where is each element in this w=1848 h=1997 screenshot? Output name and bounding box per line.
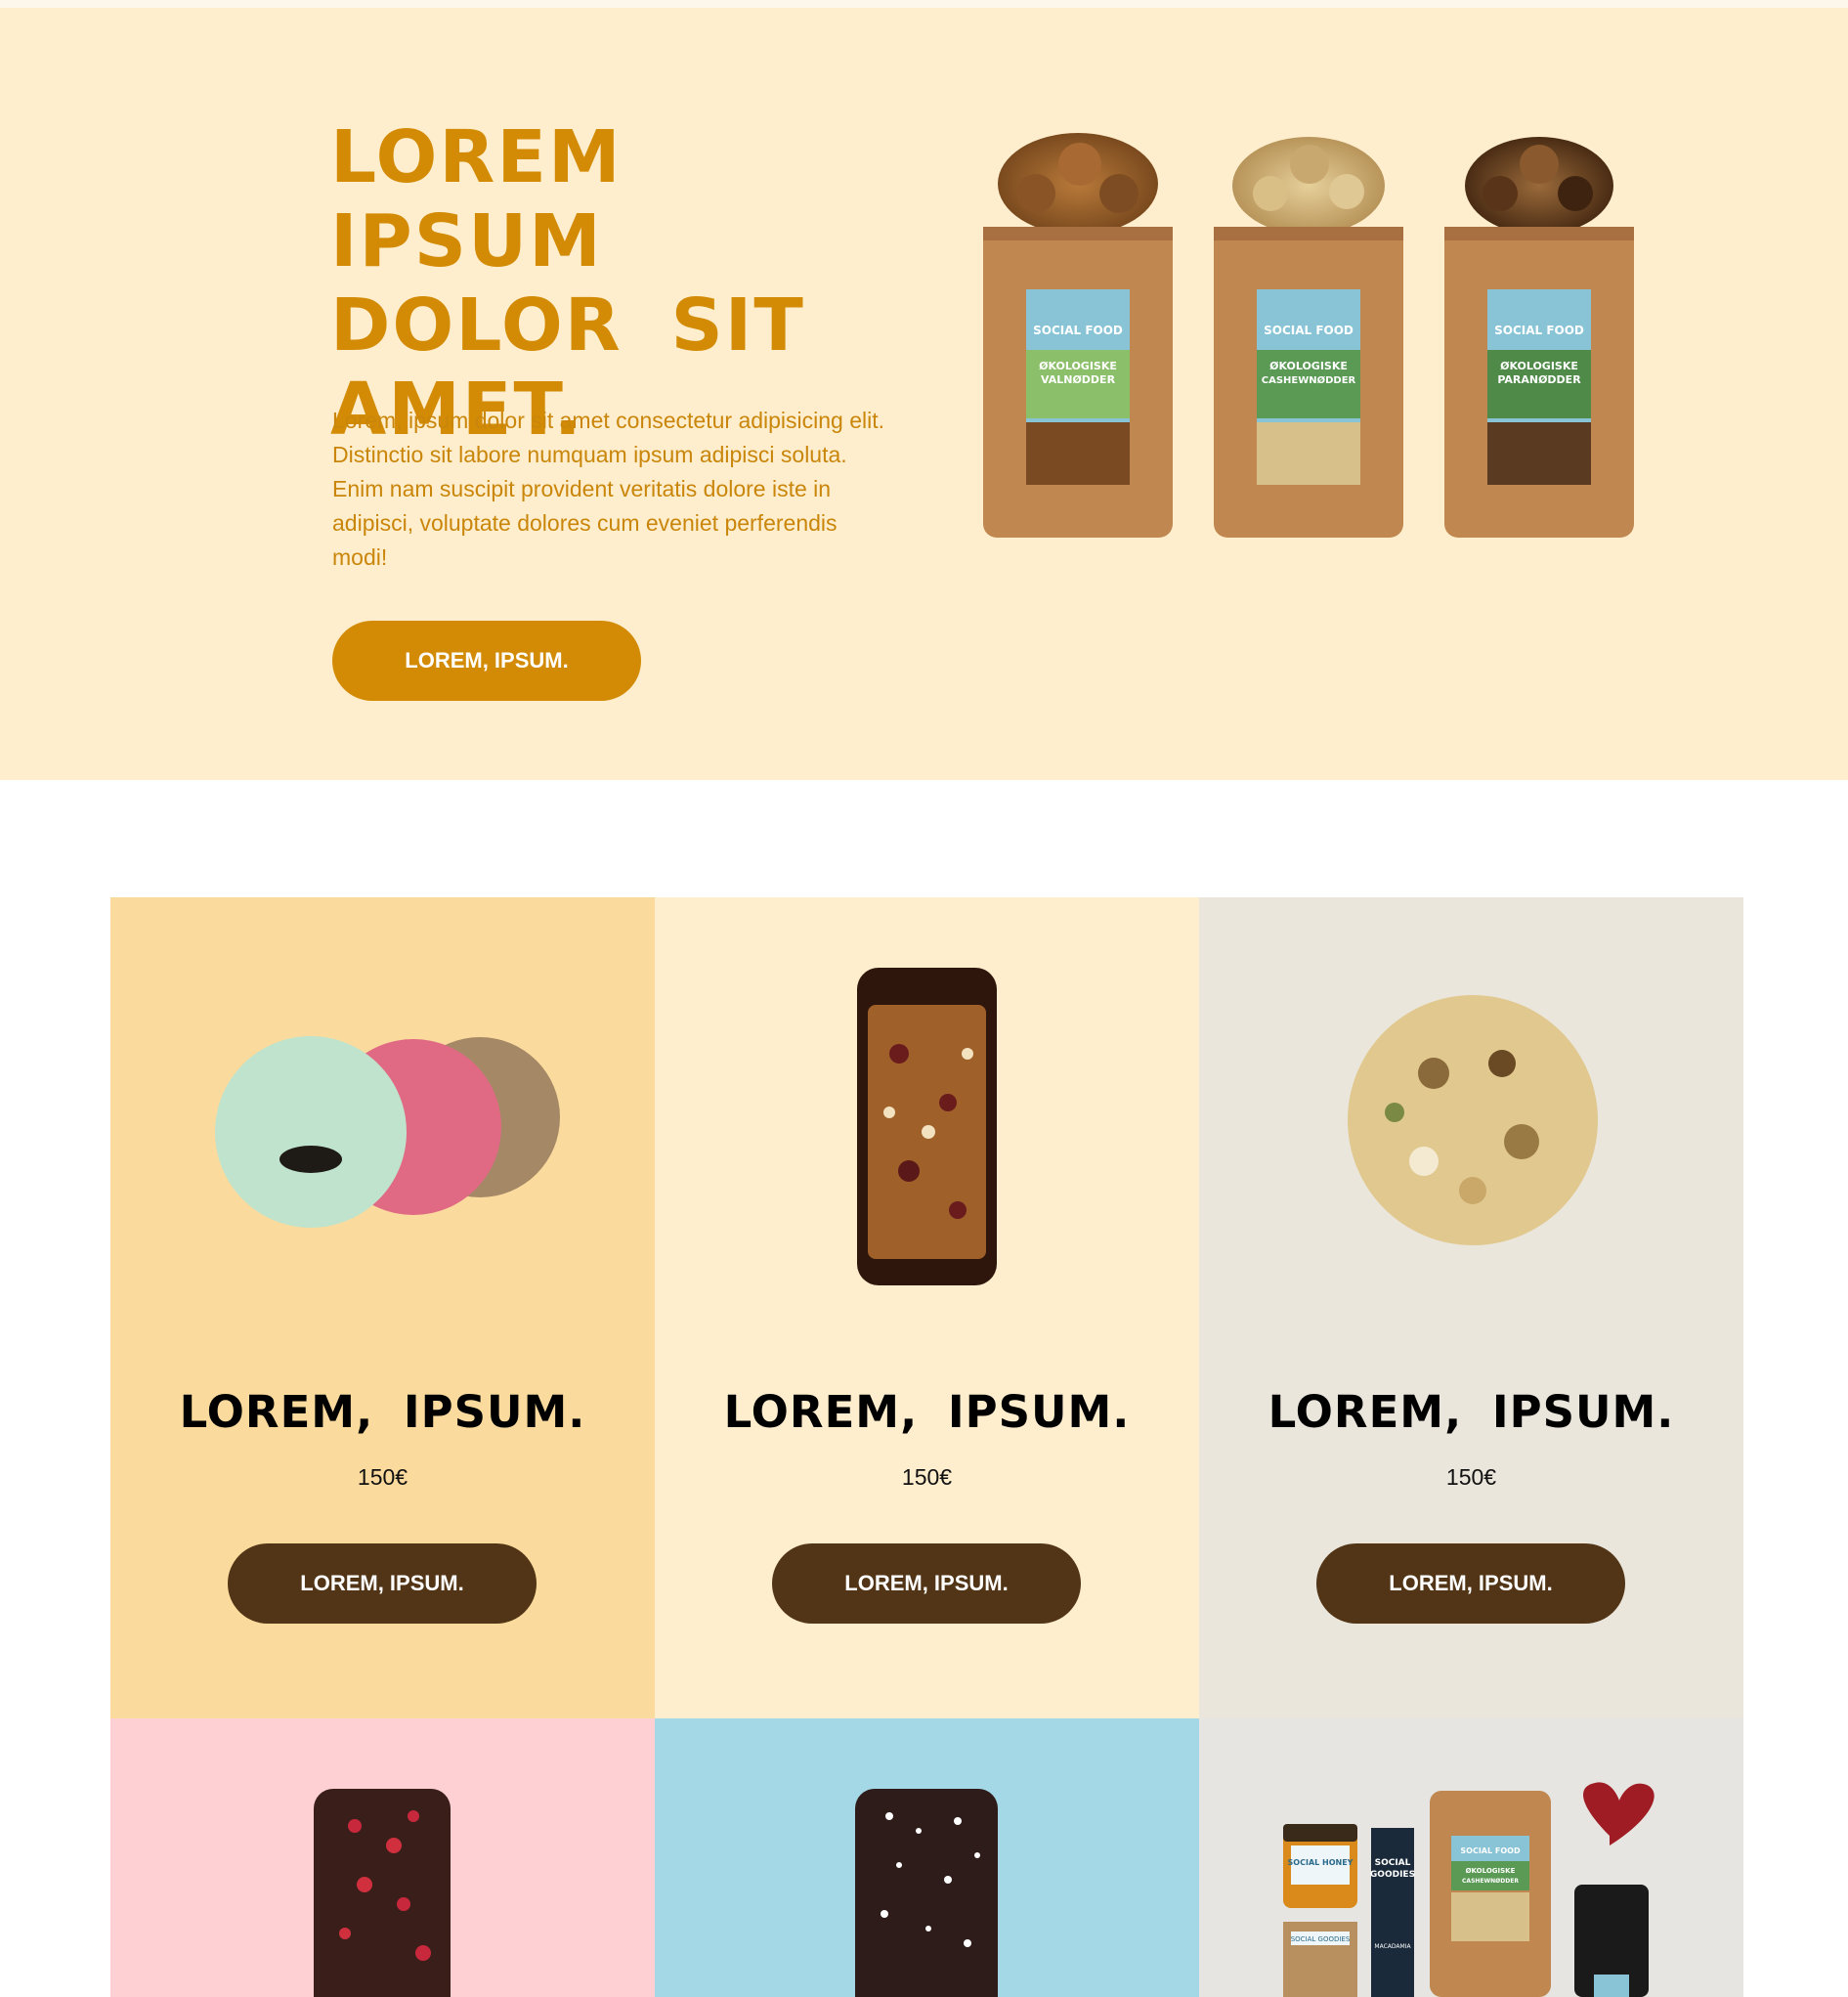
svg-text:SOCIAL GOODIES: SOCIAL GOODIES (1291, 1935, 1351, 1943)
product-card[interactable] (655, 1718, 1199, 1997)
coconut-chocolate-bar-image (855, 1789, 998, 1997)
svg-text:ØKOLOGISKE: ØKOLOGISKE (1269, 360, 1348, 372)
nut-bags-image: SOCIAL FOOD ØKOLOGISKE VALNØDDER SOCIAL … (983, 133, 1634, 538)
gift-box-image: SOCIAL HONEY SOCIAL GOODIES MACADAMIA SO… (1283, 1782, 1655, 1997)
add-to-cart-button[interactable]: LOREM, IPSUM. (228, 1543, 537, 1624)
top-strip (0, 0, 1848, 8)
svg-text:MACADAMIA: MACADAMIA (1374, 1943, 1411, 1950)
svg-text:SOCIAL: SOCIAL (1375, 1858, 1411, 1868)
product-card[interactable]: LOREM, IPSUM. 150€ LOREM, IPSUM. (110, 897, 655, 1718)
product-card[interactable] (110, 1718, 655, 1997)
granola-mix-image (1348, 995, 1598, 1245)
svg-text:SOCIAL FOOD: SOCIAL FOOD (1460, 1846, 1521, 1855)
svg-text:SOCIAL FOOD: SOCIAL FOOD (1494, 324, 1584, 337)
raspberry-chocolate-bar-image (314, 1789, 451, 1997)
svg-text:VALNØDDER: VALNØDDER (1041, 373, 1116, 386)
bag-brazil-nuts: SOCIAL FOOD ØKOLOGISKE PARANØDDER (1444, 137, 1634, 538)
add-to-cart-button[interactable]: LOREM, IPSUM. (772, 1543, 1081, 1624)
product-card[interactable]: SOCIAL HONEY SOCIAL GOODIES MACADAMIA SO… (1199, 1718, 1743, 1997)
product-card[interactable]: LOREM, IPSUM. 150€ LOREM, IPSUM. (1199, 897, 1743, 1718)
svg-text:CASHEWNØDDER: CASHEWNØDDER (1262, 374, 1356, 386)
product-name: LOREM, IPSUM. (1268, 1386, 1675, 1438)
svg-text:CASHEWNØDDER: CASHEWNØDDER (1462, 1878, 1519, 1885)
product-card[interactable]: LOREM, IPSUM. 150€ LOREM, IPSUM. (655, 897, 1199, 1718)
hero-section: LOREM IPSUM DOLOR SIT AMET. Lorem, ipsum… (0, 8, 1848, 780)
hero-description: Lorem, ipsum dolor sit amet consectetur … (332, 408, 885, 570)
bag-walnuts: SOCIAL FOOD ØKOLOGISKE VALNØDDER (983, 133, 1173, 538)
svg-text:ØKOLOGISKE: ØKOLOGISKE (1466, 1867, 1516, 1875)
ice-cream-image (215, 1036, 560, 1228)
granola-bar-image (857, 968, 997, 1285)
hero-title: LOREM IPSUM DOLOR SIT AMET. (330, 115, 805, 452)
product-price: 150€ (357, 1464, 408, 1490)
product-name: LOREM, IPSUM. (723, 1386, 1131, 1438)
bag-cashews: SOCIAL FOOD ØKOLOGISKE CASHEWNØDDER (1214, 137, 1403, 538)
svg-text:SOCIAL HONEY: SOCIAL HONEY (1288, 1858, 1354, 1867)
add-to-cart-button[interactable]: LOREM, IPSUM. (1316, 1543, 1625, 1624)
svg-text:ØKOLOGISKE: ØKOLOGISKE (1039, 360, 1117, 372)
svg-text:SOCIAL FOOD: SOCIAL FOOD (1033, 324, 1123, 337)
svg-text:ØKOLOGISKE: ØKOLOGISKE (1500, 360, 1578, 372)
product-price: 150€ (1445, 1464, 1497, 1490)
product-name: LOREM, IPSUM. (179, 1386, 586, 1438)
svg-text:GOODIES: GOODIES (1370, 1870, 1415, 1880)
svg-text:PARANØDDER: PARANØDDER (1497, 373, 1581, 386)
product-price: 150€ (901, 1464, 953, 1490)
svg-text:SOCIAL FOOD: SOCIAL FOOD (1264, 324, 1354, 337)
product-grid: LOREM, IPSUM. 150€ LOREM, IPSUM. LOREM, … (110, 897, 1743, 1997)
hero-cta-button[interactable]: LOREM, IPSUM. (332, 621, 641, 701)
